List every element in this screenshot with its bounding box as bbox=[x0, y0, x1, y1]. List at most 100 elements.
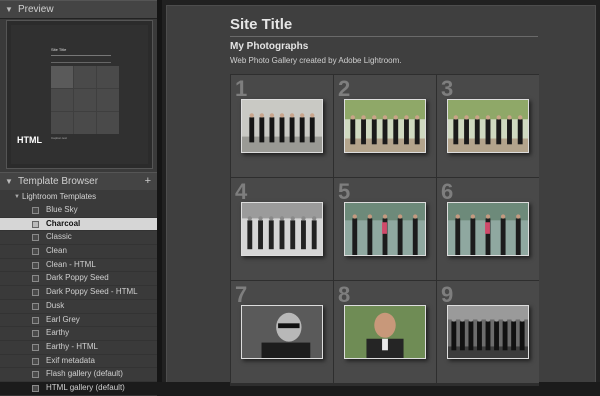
template-item[interactable]: Clean bbox=[0, 245, 157, 259]
thumbnail-cell[interactable]: 2 bbox=[334, 75, 436, 177]
template-item[interactable]: HTML gallery (default) bbox=[0, 382, 157, 396]
template-item[interactable]: Classic bbox=[0, 231, 157, 246]
template-item-label: Earthy bbox=[46, 328, 70, 338]
photo-image bbox=[345, 306, 425, 358]
mini-cell bbox=[51, 66, 73, 88]
gallery-preview-area: Site Title My Photographs Web Photo Gall… bbox=[162, 0, 600, 386]
mini-cell bbox=[97, 89, 119, 111]
template-item[interactable]: Earl Grey bbox=[0, 314, 157, 328]
mini-cell bbox=[97, 66, 119, 88]
thumbnail-cell[interactable]: 9 bbox=[437, 281, 539, 383]
cell-index-number: 5 bbox=[338, 179, 351, 204]
mini-page: Site Title Caption text HTML bbox=[11, 25, 148, 164]
template-item[interactable]: Earthy bbox=[0, 327, 157, 341]
template-item[interactable]: Earthy - HTML bbox=[0, 341, 157, 355]
mini-caption: Caption text bbox=[51, 136, 68, 140]
template-item-label: Dusk bbox=[46, 300, 65, 310]
collection-title[interactable]: My Photographs bbox=[230, 41, 308, 52]
template-item-label: Dark Poppy Seed - HTML bbox=[46, 287, 138, 297]
gallery-description[interactable]: Web Photo Gallery created by Adobe Light… bbox=[230, 56, 402, 65]
template-item[interactable]: Flash gallery (default) bbox=[0, 368, 157, 382]
site-title[interactable]: Site Title bbox=[230, 16, 292, 33]
mini-cell bbox=[74, 112, 96, 134]
photo-thumbnail[interactable] bbox=[447, 202, 529, 256]
preview-thumbnail: Site Title Caption text HTML bbox=[6, 20, 153, 169]
add-template-icon[interactable]: + bbox=[145, 173, 151, 190]
template-tree: ▼ Lightroom Templates Blue Sky Charcoal Cl… bbox=[0, 190, 157, 396]
template-doc-icon bbox=[32, 220, 39, 228]
preview-panel-header[interactable]: ▼ Preview bbox=[0, 0, 157, 19]
cell-index-number: 1 bbox=[235, 76, 248, 101]
template-doc-icon bbox=[32, 316, 39, 324]
photo-thumbnail[interactable] bbox=[344, 202, 426, 256]
cell-index-number: 2 bbox=[338, 76, 351, 101]
thumbnail-cell[interactable]: 7 bbox=[231, 281, 333, 383]
html-badge: HTML bbox=[17, 135, 42, 145]
template-item-label: Earl Grey bbox=[46, 314, 80, 324]
left-panel: ▼ Preview Site Title Caption text HTML ▼… bbox=[0, 0, 157, 396]
cell-index-number: 3 bbox=[441, 76, 454, 101]
photo-image bbox=[448, 100, 528, 152]
template-item[interactable]: Clean - HTML bbox=[0, 259, 157, 273]
photo-image bbox=[242, 203, 322, 255]
collapse-triangle-icon[interactable]: ▼ bbox=[5, 173, 13, 190]
mini-grid bbox=[51, 66, 119, 134]
template-doc-icon bbox=[32, 302, 39, 310]
template-item[interactable]: Dusk bbox=[0, 300, 157, 314]
template-browser-header[interactable]: ▼ Template Browser + bbox=[0, 172, 157, 191]
template-item[interactable]: Dark Poppy Seed - HTML bbox=[0, 286, 157, 300]
template-item-label: Blue Sky bbox=[46, 205, 78, 214]
photo-thumbnail[interactable] bbox=[241, 305, 323, 359]
template-item-label: Clean bbox=[46, 246, 67, 256]
template-item[interactable]: Exif metadata bbox=[0, 355, 157, 369]
template-doc-icon bbox=[32, 357, 39, 365]
template-item[interactable]: Charcoal bbox=[0, 217, 157, 232]
photo-image bbox=[345, 203, 425, 255]
preview-header-label: Preview bbox=[18, 4, 54, 15]
photo-thumbnail[interactable] bbox=[447, 99, 529, 153]
template-doc-icon bbox=[32, 207, 39, 214]
photo-thumbnail[interactable] bbox=[344, 99, 426, 153]
mini-cell bbox=[51, 112, 73, 134]
photo-image bbox=[242, 306, 322, 358]
photo-image bbox=[345, 100, 425, 152]
mini-cell bbox=[74, 89, 96, 111]
thumbnail-cell[interactable]: 8 bbox=[334, 281, 436, 383]
template-doc-icon bbox=[32, 330, 39, 338]
collapse-triangle-icon[interactable]: ▼ bbox=[5, 1, 13, 18]
thumbnail-cell[interactable]: 4 bbox=[231, 178, 333, 280]
thumbnail-cell[interactable]: 3 bbox=[437, 75, 539, 177]
folder-label: Lightroom Templates bbox=[22, 192, 97, 201]
thumbnail-cell[interactable]: 1 bbox=[231, 75, 333, 177]
template-doc-icon bbox=[32, 234, 39, 242]
template-item-label: HTML gallery (default) bbox=[46, 382, 125, 392]
thumbnail-cell[interactable]: 5 bbox=[334, 178, 436, 280]
template-browser-label: Template Browser bbox=[18, 176, 99, 187]
mini-cell bbox=[97, 112, 119, 134]
photo-image bbox=[448, 203, 528, 255]
photo-image bbox=[448, 306, 528, 358]
template-folder[interactable]: ▼ Lightroom Templates bbox=[0, 190, 157, 204]
template-item[interactable]: Dark Poppy Seed bbox=[0, 272, 157, 287]
template-doc-icon bbox=[32, 275, 39, 283]
template-item-label: Flash gallery (default) bbox=[46, 369, 123, 379]
template-item[interactable]: Blue Sky bbox=[0, 204, 157, 218]
mini-site-title: Site Title bbox=[51, 47, 67, 52]
mini-cell bbox=[51, 89, 73, 111]
template-doc-icon bbox=[32, 289, 39, 297]
template-doc-icon bbox=[32, 248, 39, 256]
template-doc-icon bbox=[32, 384, 39, 392]
template-item-label: Exif metadata bbox=[46, 355, 95, 365]
template-item-label: Charcoal bbox=[46, 218, 81, 228]
template-item-label: Clean - HTML bbox=[46, 259, 96, 269]
photo-thumbnail[interactable] bbox=[241, 202, 323, 256]
thumbnail-cell[interactable]: 6 bbox=[437, 178, 539, 280]
photo-thumbnail[interactable] bbox=[447, 305, 529, 359]
cell-index-number: 8 bbox=[338, 282, 351, 307]
cell-index-number: 6 bbox=[441, 179, 454, 204]
photo-thumbnail[interactable] bbox=[241, 99, 323, 153]
folder-expand-triangle-icon[interactable]: ▼ bbox=[14, 190, 20, 204]
template-list: Blue Sky Charcoal Classic Clean Clean - HTML… bbox=[0, 204, 157, 396]
photo-thumbnail[interactable] bbox=[344, 305, 426, 359]
gallery-page: Site Title My Photographs Web Photo Gall… bbox=[166, 5, 596, 386]
